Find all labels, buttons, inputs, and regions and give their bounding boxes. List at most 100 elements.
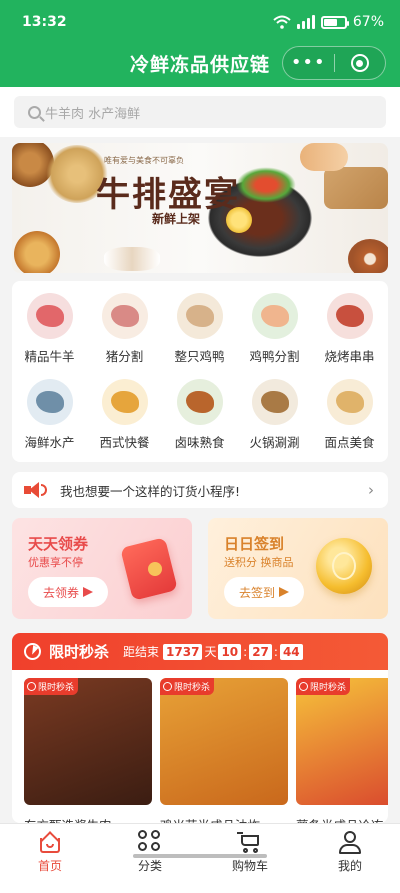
product-image: 限时秒杀 — [24, 678, 152, 805]
envelope-seal — [148, 562, 162, 576]
product-card[interactable]: 限时秒杀 鸡米花半成品油炸 — [160, 678, 288, 823]
user-icon — [337, 830, 363, 854]
coupon-subtitle: 优惠享不停 — [28, 556, 83, 569]
flash-sale-tag: 限时秒杀 — [24, 678, 79, 695]
category-label: 面点美食 — [324, 435, 375, 450]
battery-percent: 67% — [352, 14, 384, 30]
category-label: 西式快餐 — [99, 435, 150, 450]
flash-sale-tag: 限时秒杀 — [296, 678, 351, 695]
product-title: 东方甄选酱牛肉 — [24, 815, 152, 823]
product-card[interactable]: 限时秒杀 薯条半成品冷冻 — [296, 678, 388, 823]
flash-sale-header[interactable]: 限时秒杀 距结束 1737 天 10 : 27 : 44 — [12, 633, 388, 670]
notice-bar[interactable]: 我也想要一个这样的订货小程序! › — [12, 472, 388, 508]
bottom-tab-bar: 首页 分类 购物车 我的 — [0, 823, 400, 893]
category-grid: 精品牛羊 猪分割 整只鸡鸭 鸡鸭分割 烧烤串串 海鲜水产 西式快餐 卤味熟食 火… — [12, 281, 388, 462]
cart-icon — [237, 830, 263, 854]
home-indicator — [133, 854, 267, 858]
battery-icon — [320, 15, 349, 29]
app-header: 13:32 67% 冷鲜冻品供应链 ••• — [0, 0, 400, 87]
tab-cart[interactable]: 购物车 — [200, 830, 300, 874]
pork-icon — [101, 293, 148, 339]
coupon-card[interactable]: 天天领券 优惠享不停 去领券 — [12, 518, 192, 619]
banner-subline: 新鲜上架 — [152, 212, 201, 226]
coupon-title: 天天领券 — [28, 535, 89, 553]
get-coupon-label: 去领券 — [42, 585, 79, 600]
checkin-label: 去签到 — [238, 585, 275, 600]
status-right: 67% — [273, 14, 384, 30]
promo-banner[interactable]: 唯有爱与美食不可辜负 牛排盛宴 新鲜上架 — [12, 143, 388, 273]
home-icon — [37, 830, 63, 854]
checkin-card[interactable]: 日日签到 送积分 换商品 去签到 — [208, 518, 388, 619]
chicken-parts-icon — [251, 293, 298, 339]
category-item[interactable]: 烧烤串串 — [312, 293, 387, 365]
product-image: 限时秒杀 — [160, 678, 288, 805]
speaker-icon — [24, 481, 48, 499]
arrow-right-icon — [279, 587, 289, 597]
donut-image — [348, 239, 388, 273]
category-item[interactable]: 火锅涮涮 — [237, 379, 312, 451]
category-item[interactable]: 西式快餐 — [87, 379, 162, 451]
alarm-clock-icon — [24, 643, 41, 660]
category-item[interactable]: 海鲜水产 — [12, 379, 87, 451]
countdown-separator: : — [273, 644, 278, 659]
beef-lamb-icon — [26, 293, 73, 339]
more-icon[interactable]: ••• — [283, 53, 334, 73]
tab-profile[interactable]: 我的 — [300, 830, 400, 874]
pastry-image — [300, 143, 348, 171]
category-item[interactable]: 整只鸡鸭 — [162, 293, 237, 365]
category-item[interactable]: 面点美食 — [312, 379, 387, 451]
tab-label: 首页 — [37, 859, 62, 873]
flash-sale-section: 限时秒杀 距结束 1737 天 10 : 27 : 44 限时秒杀 东方甄选酱牛… — [12, 633, 388, 823]
category-label: 烧烤串串 — [324, 349, 375, 364]
countdown-seconds: 44 — [279, 643, 303, 660]
wifi-icon — [273, 15, 291, 29]
seafood-icon — [26, 379, 73, 425]
close-icon — [350, 54, 369, 72]
category-label: 整只鸡鸭 — [174, 349, 225, 364]
category-label: 猪分割 — [105, 349, 144, 364]
checkin-button[interactable]: 去签到 — [224, 577, 304, 607]
category-label: 火锅涮涮 — [249, 435, 300, 450]
category-item[interactable]: 卤味熟食 — [162, 379, 237, 451]
search-input[interactable]: 牛羊肉 水产海鲜 — [14, 96, 386, 128]
arrow-right-icon — [83, 587, 93, 597]
close-button[interactable] — [335, 54, 386, 72]
whole-chicken-icon — [176, 293, 223, 339]
search-icon — [28, 105, 41, 119]
status-time: 13:32 — [22, 14, 67, 30]
miniprogram-capsule: ••• — [282, 46, 386, 80]
hotpot-icon — [251, 379, 298, 425]
signal-icon — [296, 15, 315, 29]
countdown-separator: : — [243, 644, 248, 659]
category-item[interactable]: 精品牛羊 — [12, 293, 87, 365]
banner-slogan: 唯有爱与美食不可辜负 — [104, 156, 184, 165]
grid-icon — [137, 830, 163, 854]
fast-food-icon — [101, 379, 148, 425]
category-item[interactable]: 鸡鸭分割 — [237, 293, 312, 365]
tab-home[interactable]: 首页 — [0, 830, 100, 874]
get-coupon-button[interactable]: 去领券 — [28, 577, 108, 607]
category-label: 精品牛羊 — [24, 349, 75, 364]
countdown-days: 1737 — [163, 643, 203, 660]
product-image: 限时秒杀 — [296, 678, 388, 805]
flash-sale-title: 限时秒杀 — [49, 643, 110, 661]
flash-sale-tag: 限时秒杀 — [160, 678, 215, 695]
braised-food-icon — [176, 379, 223, 425]
category-label: 鸡鸭分割 — [249, 349, 300, 364]
skewers-icon — [326, 293, 373, 339]
product-title: 薯条半成品冷冻 — [296, 815, 388, 823]
category-item[interactable]: 猪分割 — [87, 293, 162, 365]
coin-symbol — [332, 552, 356, 580]
banner-headline: 牛排盛宴 — [96, 175, 240, 215]
search-bar: 牛羊肉 水产海鲜 — [0, 87, 400, 137]
tab-category[interactable]: 分类 — [100, 830, 200, 874]
lightning-icon — [163, 682, 172, 691]
tab-label: 我的 — [337, 859, 362, 873]
category-label: 卤味熟食 — [174, 435, 225, 450]
vegetables-image — [236, 167, 296, 203]
checkin-subtitle: 送积分 换商品 — [224, 556, 294, 569]
countdown-minutes: 27 — [249, 643, 272, 660]
flash-sale-products: 限时秒杀 东方甄选酱牛肉 限时秒杀 鸡米花半成品油炸 限时秒杀 薯条半成品冷冻 — [24, 678, 388, 823]
product-card[interactable]: 限时秒杀 东方甄选酱牛肉 — [24, 678, 152, 823]
category-label: 海鲜水产 — [24, 435, 75, 450]
